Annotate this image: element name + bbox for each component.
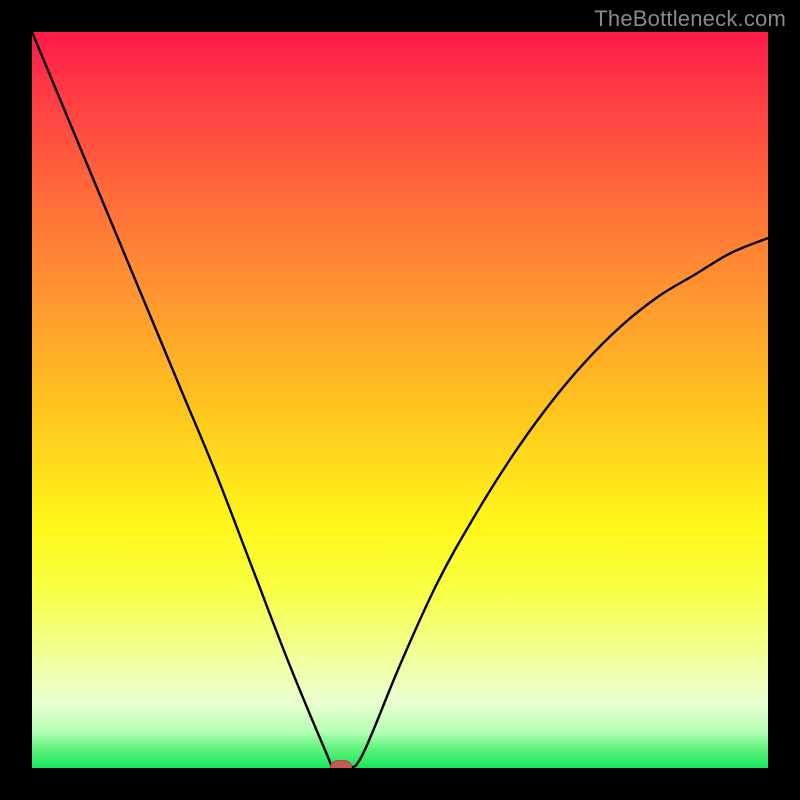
optimal-point-marker <box>330 760 352 768</box>
curve-svg <box>32 32 768 768</box>
watermark-text: TheBottleneck.com <box>594 6 786 32</box>
plot-area <box>32 32 768 768</box>
chart-frame: TheBottleneck.com <box>0 0 800 800</box>
bottleneck-curve <box>32 32 768 768</box>
